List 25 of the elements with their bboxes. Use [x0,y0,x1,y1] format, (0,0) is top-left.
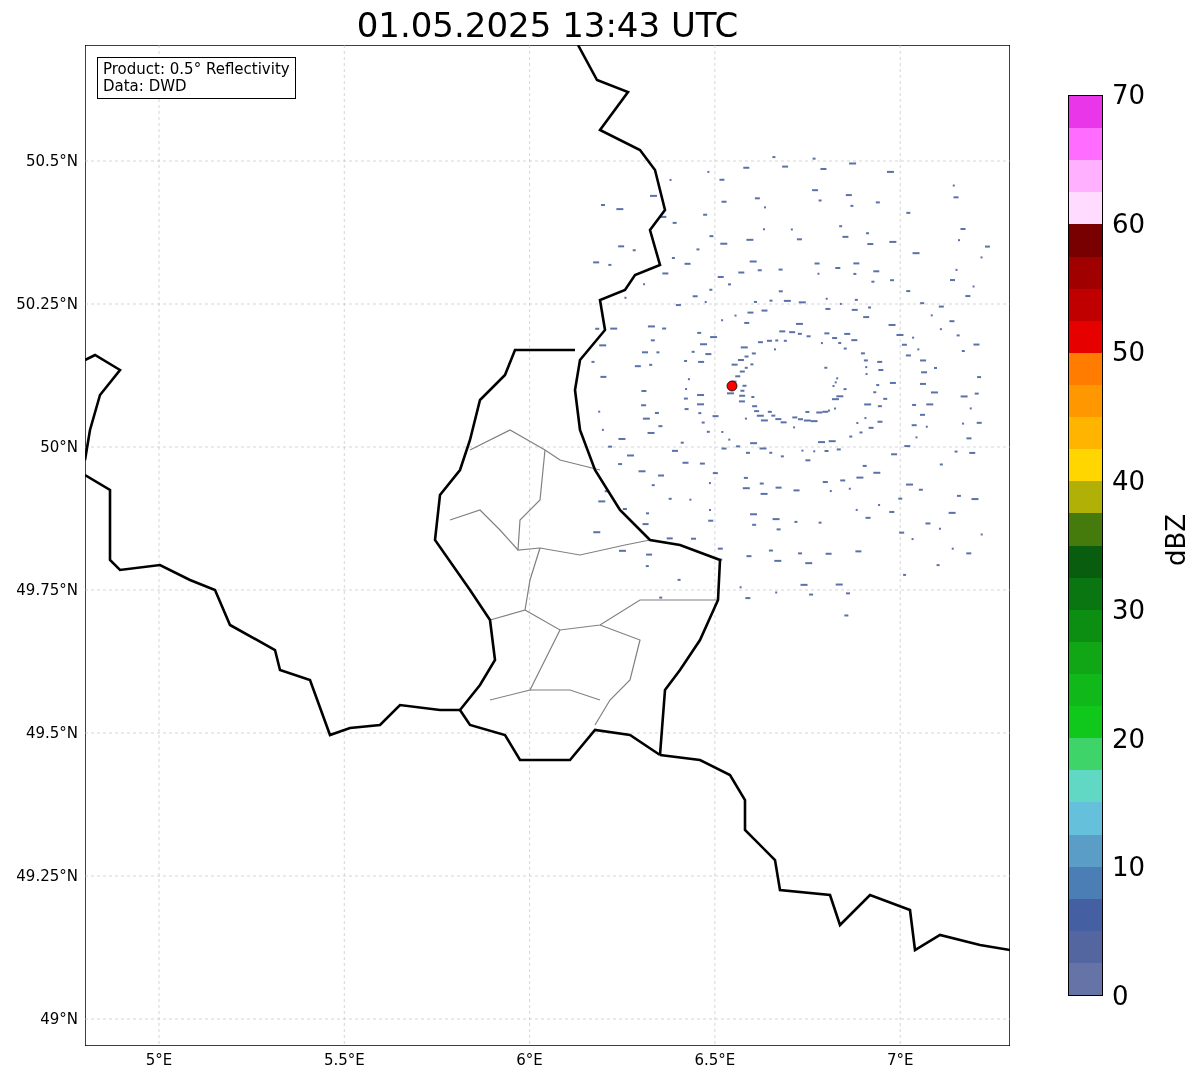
longitude-tick-label: 7°E [885,1051,915,1069]
colorbar-label: dBZ [1161,513,1192,567]
longitude-tick-label: 5.5°E [322,1051,366,1069]
latitude-tick-label: 49°N [40,1010,78,1028]
colorbar-tick-label: 60 [1112,208,1146,239]
latitude-tick-label: 50.25°N [16,295,78,313]
longitude-tick-label: 6.5°E [693,1051,737,1069]
colorbar-tick-label: 10 [1112,852,1146,883]
latitude-tick-label: 49.25°N [16,867,78,885]
latitude-tick-label: 50.5°N [25,152,78,170]
latitude-tick-label: 49.75°N [16,581,78,599]
colorbar-tick-label: 70 [1112,80,1146,110]
colorbar-tick-label: 20 [1112,723,1146,754]
latitude-tick-label: 50°N [40,438,78,456]
latitude-tick-label: 49.5°N [25,724,78,742]
chart-title: 01.05.2025 13:43 UTC [355,4,740,45]
info-text: Product: 0.5° Reflectivity [103,61,290,78]
longitude-tick-label: 5°E [144,1051,174,1069]
info-text: Data: DWD [103,78,188,95]
colorbar-tick-label: 0 [1112,981,1129,1011]
colorbar-tick-label: 40 [1112,466,1146,497]
longitude-tick-label: 6°E [515,1051,544,1069]
colorbar-tick-label: 30 [1112,594,1146,625]
radar-site-marker [726,380,738,392]
colorbar-tick-label: 50 [1112,337,1146,368]
